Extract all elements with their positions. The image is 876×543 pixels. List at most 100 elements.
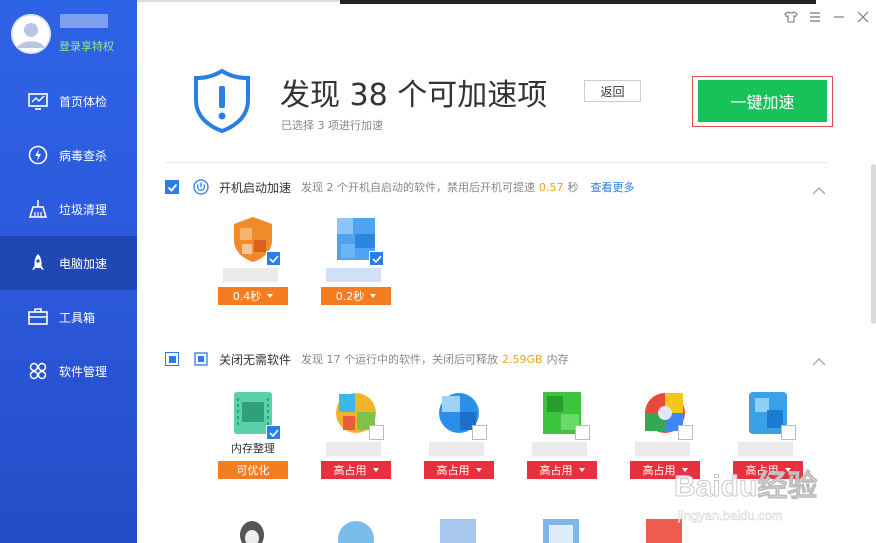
app-name-blurred: [429, 442, 484, 456]
alert-shield-icon: [194, 68, 250, 134]
speedup-window: 登录享特权 首页体检 病毒查杀 垃圾清理 电脑加速 工具箱 软件管理 发现 38…: [0, 0, 876, 543]
startup-app-tile[interactable]: 0.4秒: [218, 214, 288, 314]
tag-label: 0.2秒: [335, 290, 365, 303]
app-name-blurred: [326, 268, 381, 282]
app-name-blurred: [738, 442, 793, 456]
app-name-blurred: [223, 268, 278, 282]
app-icon: [543, 519, 579, 543]
section-description: 发现 2 个开机自启动的软件，禁用后开机可提速 0.57 秒: [301, 179, 579, 195]
sidebar-item-label: 电脑加速: [59, 256, 108, 271]
view-more-link[interactable]: 查看更多: [591, 179, 635, 195]
collapse-startup-section[interactable]: [811, 182, 827, 195]
app-checkbox[interactable]: [678, 425, 693, 440]
app-status-tag[interactable]: 高占用: [424, 461, 494, 479]
monitor-icon: [27, 90, 49, 112]
tag-label: 高占用: [333, 464, 367, 477]
tag-label: 高占用: [539, 464, 573, 477]
app-status-tag[interactable]: 高占用: [630, 461, 700, 479]
memory-release-value: 2.59GB: [502, 353, 543, 366]
sidebar-item-toolbox[interactable]: 工具箱: [0, 290, 137, 344]
app-icon: [440, 519, 476, 543]
section-title: 开机启动加速: [219, 180, 292, 195]
app-checkbox[interactable]: [781, 425, 796, 440]
description-text: 发现 2 个开机自启动的软件，禁用后开机可提速: [301, 181, 536, 194]
watermark-url: jingyan.baidu.com: [677, 508, 783, 523]
header-divider: [165, 162, 828, 163]
running-app-tile[interactable]: 高占用: [630, 388, 700, 488]
collapse-running-section[interactable]: [811, 353, 827, 366]
tag-label: 高占用: [745, 464, 779, 477]
minimize-icon[interactable]: [832, 10, 846, 24]
skin-icon[interactable]: [784, 10, 798, 24]
memory-icon: [193, 351, 209, 367]
vertical-scrollbar[interactable]: [871, 164, 876, 324]
caret-down-icon: [681, 468, 688, 472]
app-checkbox[interactable]: [369, 251, 384, 266]
chevron-up-icon: [812, 358, 826, 366]
app-speed-tag[interactable]: 0.4秒: [218, 287, 288, 305]
app-icon-partial[interactable]: [642, 515, 686, 543]
startup-section-checkbox[interactable]: [165, 180, 179, 194]
running-app-tile[interactable]: 高占用: [424, 388, 494, 488]
toolbox-icon: [27, 306, 49, 328]
section-description: 发现 17 个运行中的软件，关闭后可释放 2.59GB 内存: [301, 351, 569, 367]
login-privilege-link[interactable]: 登录享特权: [59, 38, 114, 54]
app-icon-partial[interactable]: [334, 515, 378, 543]
running-app-tile[interactable]: 高占用: [527, 388, 597, 488]
app-status-tag[interactable]: 高占用: [527, 461, 597, 479]
sidebar-item-home-checkup[interactable]: 首页体检: [0, 74, 137, 128]
sidebar-item-virus-scan[interactable]: 病毒查杀: [0, 128, 137, 182]
app-icon-partial[interactable]: [539, 515, 583, 543]
running-app-tile[interactable]: 高占用: [733, 388, 803, 488]
app-icon: [646, 519, 682, 543]
sidebar-item-label: 工具箱: [59, 310, 96, 325]
back-button[interactable]: 返回: [584, 80, 641, 102]
sidebar-item-software-manager[interactable]: 软件管理: [0, 344, 137, 398]
sidebar-item-label: 首页体检: [59, 94, 108, 109]
window-controls: [784, 10, 870, 24]
app-checkbox[interactable]: [369, 425, 384, 440]
app-icon-partial[interactable]: [232, 515, 276, 543]
sidebar-nav: 首页体检 病毒查杀 垃圾清理 电脑加速 工具箱 软件管理: [0, 74, 137, 398]
power-icon: [193, 179, 209, 195]
close-icon[interactable]: [856, 10, 870, 24]
app-status-tag[interactable]: 可优化: [218, 461, 288, 479]
avatar[interactable]: [11, 14, 51, 54]
running-app-tile[interactable]: 高占用: [321, 388, 391, 488]
rocket-icon: [27, 252, 49, 274]
app-checkbox[interactable]: [472, 425, 487, 440]
description-text: 发现 17 个运行中的软件，关闭后可释放: [301, 353, 499, 366]
caret-down-icon: [784, 468, 791, 472]
caret-down-icon: [372, 468, 379, 472]
app-checkbox[interactable]: [266, 251, 281, 266]
app-status-tag[interactable]: 高占用: [321, 461, 391, 479]
tag-label: 可优化: [236, 464, 270, 477]
sidebar-item-junk-clean[interactable]: 垃圾清理: [0, 182, 137, 236]
app-checkbox[interactable]: [575, 425, 590, 440]
check-icon: [371, 254, 382, 263]
apps-icon: [27, 360, 49, 382]
app-status-tag[interactable]: 高占用: [733, 461, 803, 479]
lightning-shield-icon: [27, 144, 49, 166]
app-speed-tag[interactable]: 0.2秒: [321, 287, 391, 305]
startup-app-tile[interactable]: 0.2秒: [321, 214, 391, 314]
sidebar-item-label: 垃圾清理: [59, 202, 108, 217]
running-section-checkbox[interactable]: [165, 352, 179, 366]
app-icon: [338, 521, 374, 543]
app-checkbox[interactable]: [266, 425, 281, 440]
sidebar-item-pc-speedup[interactable]: 电脑加速: [0, 236, 137, 290]
check-icon: [268, 428, 279, 437]
tag-label: 高占用: [642, 464, 676, 477]
boot-time-saving: 0.57: [539, 181, 564, 194]
caret-down-icon: [267, 294, 274, 298]
one-click-speedup-button[interactable]: 一键加速: [698, 80, 827, 122]
tag-label: 0.4秒: [232, 290, 262, 303]
app-icon-partial[interactable]: [436, 515, 480, 543]
check-icon: [167, 183, 177, 192]
selection-summary: 已选择 3 项进行加速: [281, 119, 383, 132]
running-app-tile[interactable]: 内存整理 可优化: [218, 388, 288, 488]
caret-down-icon: [370, 294, 377, 298]
page-title: 发现 38 个可加速项: [280, 78, 548, 113]
startup-section-header: 开机启动加速 发现 2 个开机自启动的软件，禁用后开机可提速 0.57 秒 查看更多: [165, 178, 635, 196]
menu-icon[interactable]: [808, 10, 822, 24]
